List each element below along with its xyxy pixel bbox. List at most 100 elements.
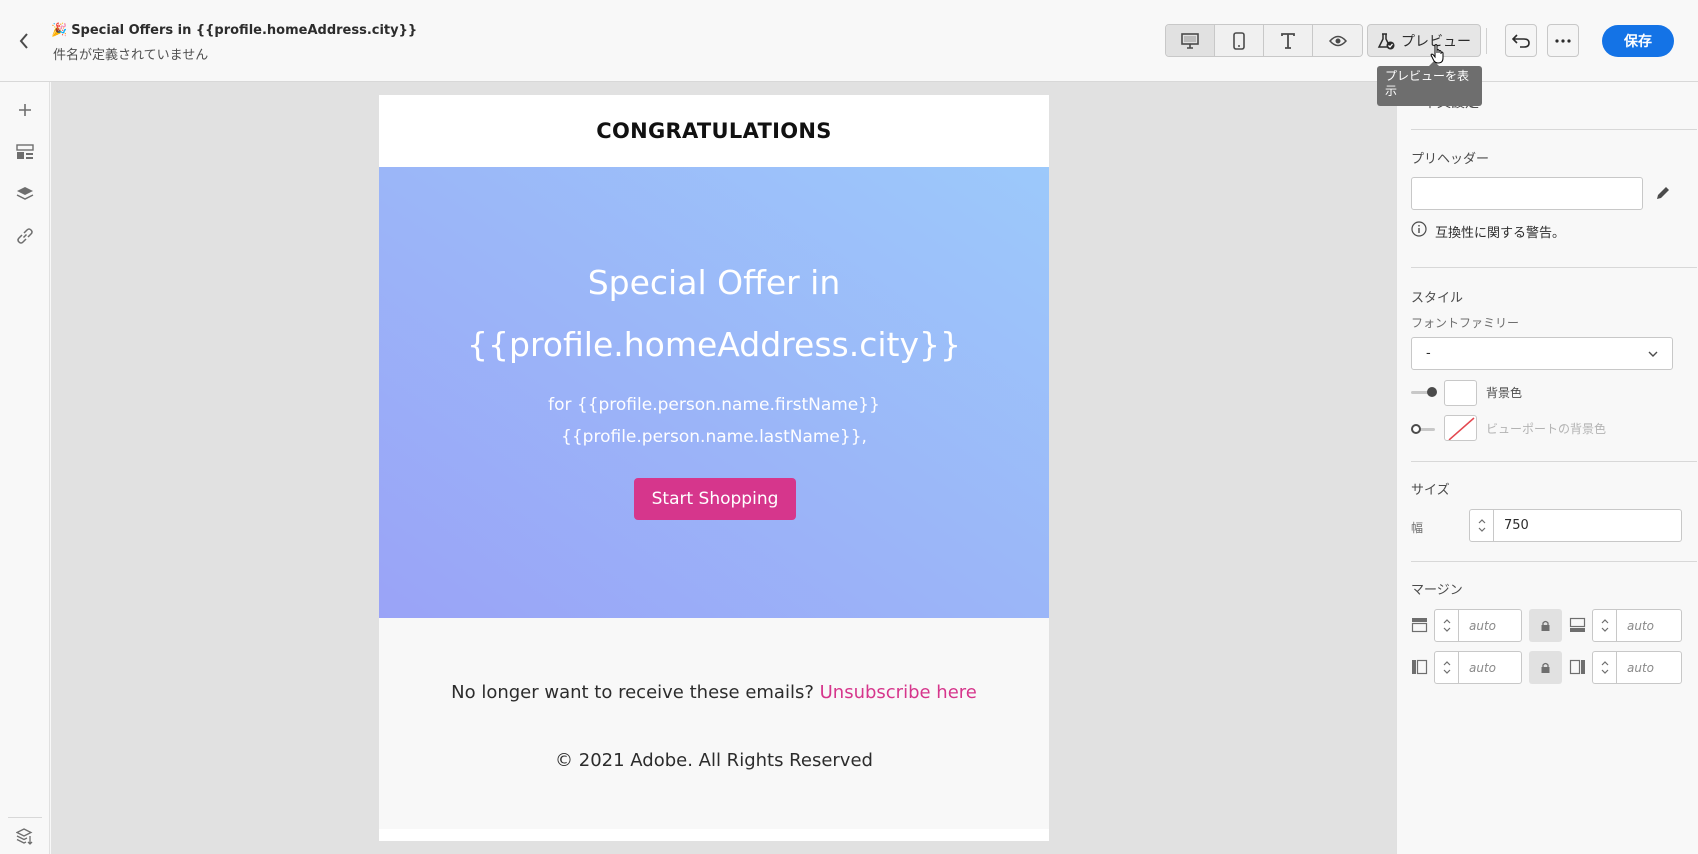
margin-left-stepper[interactable]: auto <box>1434 651 1522 684</box>
width-label: 幅 <box>1411 521 1424 535</box>
email-canvas[interactable]: CONGRATULATIONS Special Offer in {{profi… <box>51 82 1396 854</box>
margin-right-stepper[interactable]: auto <box>1592 651 1682 684</box>
info-icon <box>1411 221 1427 241</box>
email-body[interactable]: CONGRATULATIONS Special Offer in {{profi… <box>379 95 1049 841</box>
layer-settings-icon <box>16 828 33 845</box>
hero-title[interactable]: Special Offer in {{profile.homeAddress.c… <box>379 252 1049 376</box>
left-toolbar <box>0 82 50 854</box>
add-component-button[interactable] <box>13 98 37 122</box>
hero-subtitle[interactable]: for {{profile.person.name.firstName}} {{… <box>379 389 1049 453</box>
rail-divider <box>8 817 42 818</box>
preview-tooltip: プレビューを表示 <box>1377 61 1482 106</box>
compat-warning-link[interactable]: 互換性に関する警告。 <box>1435 222 1565 241</box>
unsubscribe-line: No longer want to receive these emails? … <box>379 682 1049 703</box>
unsubscribe-text: No longer want to receive these emails? <box>451 682 820 703</box>
text-view-button[interactable] <box>1264 25 1313 56</box>
party-icon: 🎉 <box>51 23 68 38</box>
fragments-button[interactable] <box>13 140 37 164</box>
title-text: Special Offers in {{profile.homeAddress.… <box>71 23 418 38</box>
chevron-up-icon <box>1478 519 1485 524</box>
chevron-up-icon <box>1443 619 1450 624</box>
mobile-view-button[interactable] <box>1215 25 1264 56</box>
subject-status: 件名が定義されていません <box>53 48 209 63</box>
bg-color-swatch[interactable] <box>1444 380 1477 406</box>
chevron-left-icon <box>19 33 28 49</box>
chevron-down-icon <box>1443 627 1450 632</box>
style-label: スタイル <box>1411 291 1464 306</box>
lock-icon <box>1541 662 1550 673</box>
chevron-up-icon <box>1601 661 1608 666</box>
margin-bottom-stepper[interactable]: auto <box>1592 609 1682 642</box>
chevron-down-icon <box>1478 527 1485 532</box>
email-heading[interactable]: CONGRATULATIONS <box>379 95 1049 167</box>
layer-settings-button[interactable] <box>13 824 37 848</box>
layers-icon <box>16 187 34 200</box>
preheader-label: プリヘッダー <box>1411 152 1490 167</box>
links-button[interactable] <box>13 224 37 248</box>
back-button[interactable] <box>14 29 34 53</box>
preheader-input[interactable] <box>1411 177 1643 210</box>
fragments-icon <box>16 144 34 159</box>
margin-label: マージン <box>1411 583 1463 598</box>
margin-right-value: auto <box>1627 660 1655 675</box>
chevron-down-icon <box>1601 627 1608 632</box>
undo-icon <box>1512 33 1530 48</box>
bg-color-toggle[interactable] <box>1411 387 1437 397</box>
hand-cursor-icon <box>1430 44 1444 64</box>
panel-divider <box>1411 461 1697 462</box>
more-options-button[interactable] <box>1547 24 1579 57</box>
desktop-view-button[interactable] <box>1166 25 1215 56</box>
panel-divider <box>1411 561 1697 562</box>
margin-lock-button[interactable] <box>1529 609 1562 642</box>
copyright-text: © 2021 Adobe. All Rights Reserved <box>555 750 873 771</box>
eye-icon <box>1328 35 1347 46</box>
text-icon <box>1281 32 1295 49</box>
message-title: 🎉 Special Offers in {{profile.homeAddres… <box>51 23 417 38</box>
hero-section[interactable]: Special Offer in {{profile.homeAddress.c… <box>379 167 1049 618</box>
unsubscribe-link[interactable]: Unsubscribe here <box>820 682 977 703</box>
font-family-value: - <box>1426 346 1431 361</box>
margin-right-icon <box>1569 659 1585 675</box>
test-preview-button[interactable]: プレビュー <box>1367 24 1481 57</box>
plus-icon <box>19 104 31 116</box>
toolbar-divider <box>1486 28 1487 54</box>
chevron-up-icon <box>1601 619 1608 624</box>
panel-divider <box>1411 267 1697 268</box>
viewport-bg-toggle[interactable] <box>1411 424 1437 434</box>
chevron-up-icon <box>1443 661 1450 666</box>
start-shopping-button[interactable]: Start Shopping <box>634 478 796 520</box>
chevron-down-icon <box>1601 669 1608 674</box>
lock-icon <box>1541 620 1550 631</box>
mobile-icon <box>1233 31 1245 50</box>
flask-check-icon <box>1377 32 1395 49</box>
no-color-icon <box>1448 417 1475 440</box>
margin-lock-button[interactable] <box>1529 651 1562 684</box>
margin-top-value: auto <box>1469 618 1497 633</box>
hero-sub-line2: {{profile.person.name.lastName}}, <box>561 427 867 447</box>
size-label: サイズ <box>1411 483 1450 498</box>
desktop-icon <box>1181 32 1199 49</box>
viewport-bg-swatch[interactable] <box>1444 415 1477 441</box>
edit-preheader-button[interactable] <box>1655 185 1671 205</box>
width-value: 750 <box>1504 518 1529 533</box>
font-family-select[interactable]: - <box>1411 337 1673 370</box>
hero-sub-line1: for {{profile.person.name.firstName}} <box>548 395 880 415</box>
width-stepper-arrows[interactable] <box>1470 510 1494 541</box>
margin-top-stepper[interactable]: auto <box>1434 609 1522 642</box>
viewport-bg-label: ビューポートの背景色 <box>1486 422 1607 436</box>
undo-button[interactable] <box>1505 24 1537 57</box>
margin-bottom-value: auto <box>1627 618 1655 633</box>
font-family-label: フォントファミリー <box>1411 316 1520 330</box>
preview-eye-button[interactable] <box>1313 25 1362 56</box>
margin-top-icon <box>1411 618 1428 633</box>
save-button[interactable]: 保存 <box>1602 25 1674 57</box>
view-toolbar <box>1165 24 1363 57</box>
hero-title-line2: {{profile.homeAddress.city}} <box>467 325 961 364</box>
width-stepper[interactable]: 750 <box>1469 509 1682 542</box>
more-icon <box>1555 38 1571 43</box>
email-footer[interactable]: No longer want to receive these emails? … <box>379 618 1049 829</box>
pencil-icon <box>1657 187 1669 199</box>
link-icon <box>17 228 33 244</box>
layers-button[interactable] <box>13 182 37 206</box>
chevron-down-icon <box>1443 669 1450 674</box>
